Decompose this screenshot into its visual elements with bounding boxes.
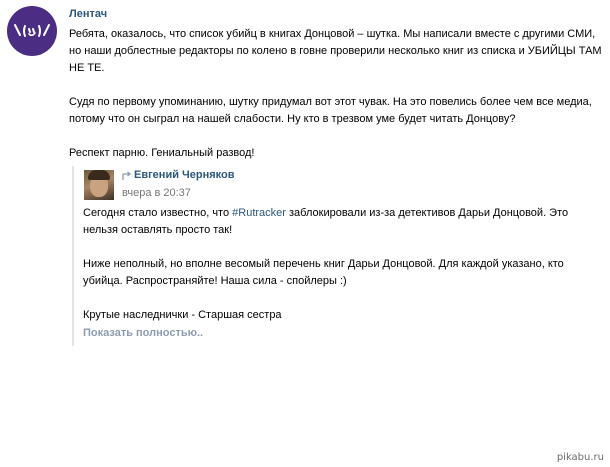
repost-author-link[interactable]: Евгений Черняков	[134, 169, 235, 181]
repost-paragraph: Крутые наследнички - Старшая сестра	[83, 309, 282, 321]
post-body: Ребята, оказалось, что список убийц в кн…	[69, 26, 603, 179]
repost-paragraph: Ниже неполный, но вполне весомый перечен…	[83, 258, 564, 287]
repost-text-segment: Сегодня стало известно, что	[83, 207, 233, 219]
repost-paragraph: Сегодня стало известно, что #Rutracker з…	[83, 205, 603, 239]
repost-body: Сегодня стало известно, что #Rutracker з…	[83, 205, 603, 341]
rutracker-hashtag-link[interactable]: #Rutracker	[232, 207, 286, 219]
post-paragraph: Респект парню. Гениальный развод!	[69, 147, 255, 159]
post-paragraph: Судя по первому упоминанию, шутку придум…	[69, 96, 592, 125]
show-more-link[interactable]: Показать полностью..	[83, 327, 203, 339]
pikabu-watermark: pikabu.ru	[556, 452, 604, 463]
lentach-avatar[interactable]	[7, 6, 57, 56]
post-paragraph: Ребята, оказалось, что список убийц в кн…	[69, 28, 602, 74]
repost-timestamp[interactable]: вчера в 20:37	[122, 187, 191, 199]
repost-arrow-icon	[122, 171, 132, 180]
repost-author-avatar[interactable]	[84, 170, 114, 200]
lentach-logo-icon	[14, 24, 50, 37]
post-author-link[interactable]: Лентач	[69, 8, 107, 20]
reposted-post: Евгений Черняков вчера в 20:37 Сегодня с…	[72, 166, 602, 346]
